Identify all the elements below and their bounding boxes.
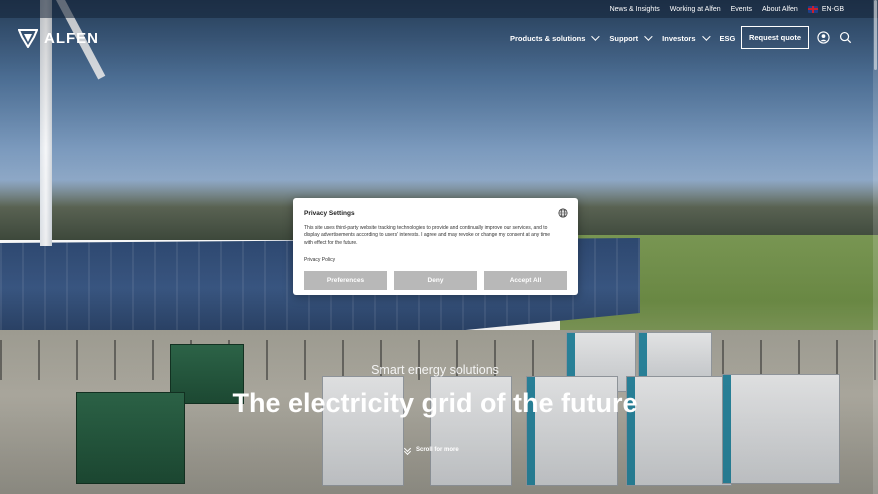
scroll-for-more-link[interactable]: Scroll for more [403, 444, 459, 456]
menu-label: Products & solutions [510, 33, 586, 43]
language-selector[interactable]: EN-GB [807, 5, 844, 13]
toplink-events[interactable]: Events [731, 6, 752, 13]
toplink-working-at-alfen[interactable]: Working at Alfen [670, 6, 721, 13]
menu-support[interactable]: Support [609, 32, 653, 43]
menu-products-solutions[interactable]: Products & solutions [510, 32, 601, 43]
scrollbar-thumb[interactable] [874, 0, 877, 70]
primary-menu: Products & solutions Support Investors E… [510, 18, 735, 58]
privacy-settings-dialog: Privacy Settings This site uses third-pa… [293, 198, 578, 295]
request-quote-button[interactable]: Request quote [741, 26, 809, 49]
chevron-down-icon [591, 32, 601, 41]
language-label: EN-GB [821, 5, 844, 13]
search-icon[interactable] [839, 31, 852, 44]
deny-button[interactable]: Deny [394, 271, 477, 290]
logo-text: ALFEN [44, 29, 99, 47]
globe-icon[interactable] [558, 208, 568, 218]
main-navigation: ALFEN Products & solutions Support Inves… [0, 18, 878, 58]
privacy-policy-link[interactable]: Privacy Policy [304, 257, 335, 263]
dialog-title: Privacy Settings [304, 210, 355, 217]
hero-title: The electricity grid of the future [232, 388, 638, 418]
hero-subtitle: Smart energy solutions [371, 363, 499, 377]
menu-label: Investors [662, 33, 696, 43]
menu-esg[interactable]: ESG [720, 34, 736, 43]
toplink-news[interactable]: News & Insights [610, 6, 660, 13]
uk-flag-icon [807, 5, 818, 13]
dialog-body-text: This site uses third-party website track… [304, 225, 551, 246]
menu-label: ESG [719, 33, 736, 43]
page-scrollbar[interactable] [873, 0, 878, 494]
alfen-logo[interactable]: ALFEN [18, 28, 99, 48]
user-icon[interactable] [817, 31, 830, 44]
chevron-down-icon [701, 32, 711, 41]
accept-all-button[interactable]: Accept All [484, 271, 567, 290]
menu-investors[interactable]: Investors [662, 32, 711, 43]
alfen-logo-icon [18, 29, 38, 48]
top-utility-bar: News & Insights Working at Alfen Events … [0, 0, 878, 18]
toplink-about[interactable]: About Alfen [762, 6, 798, 13]
dialog-button-row: Preferences Deny Accept All [304, 271, 567, 290]
scroll-label: Scroll for more [416, 447, 459, 453]
double-chevron-down-icon [403, 444, 412, 456]
chevron-down-icon [644, 32, 653, 41]
menu-label: Support [609, 33, 639, 43]
preferences-button[interactable]: Preferences [304, 271, 387, 290]
